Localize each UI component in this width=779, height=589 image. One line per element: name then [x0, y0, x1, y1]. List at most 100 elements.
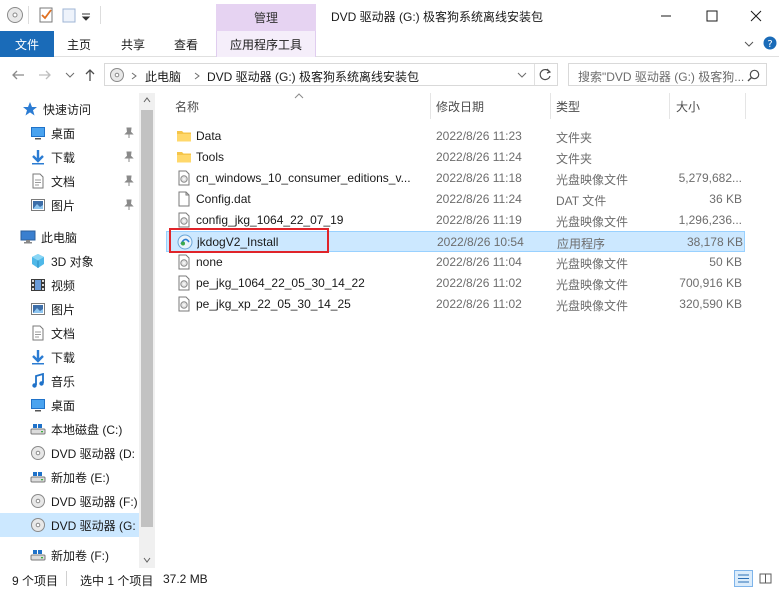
- file-row[interactable]: Tools 2022/8/26 11:24 文件夹: [166, 147, 745, 168]
- file-date: 2022/8/26 11:23: [436, 129, 522, 143]
- breadcrumb-this-pc[interactable]: 此电脑: [145, 68, 181, 85]
- nav-item[interactable]: 本地磁盘 (C:): [0, 417, 140, 441]
- file-row[interactable]: pe_jkg_1064_22_05_30_14_22 2022/8/26 11:0…: [166, 273, 745, 294]
- nav-item[interactable]: 下载: [0, 145, 140, 169]
- arrow-left-icon: [12, 70, 24, 80]
- maximize-button[interactable]: [689, 0, 735, 31]
- back-button[interactable]: [10, 66, 26, 84]
- tab-share[interactable]: 共享: [121, 31, 145, 57]
- expand-ribbon-icon[interactable]: [743, 39, 755, 49]
- address-dropdown-button[interactable]: [513, 66, 530, 83]
- file-row[interactable]: Data 2022/8/26 11:23 文件夹: [166, 126, 745, 147]
- nav-item-label: 新加卷 (E:): [51, 470, 110, 485]
- disc-app-icon[interactable]: [6, 6, 24, 24]
- nav-item[interactable]: 视频: [0, 273, 140, 297]
- nav-item[interactable]: 文档: [0, 321, 140, 345]
- file-type: 光盘映像文件: [556, 215, 629, 229]
- breadcrumb-current-folder[interactable]: DVD 驱动器 (G:) 极客狗系统离线安装包: [207, 68, 419, 85]
- file-row[interactable]: config_jkg_1064_22_07_19 2022/8/26 11:19 光…: [166, 210, 745, 231]
- toolbar-divider: [100, 6, 101, 24]
- new-folder-icon[interactable]: [60, 6, 78, 24]
- nav-item[interactable]: 新加卷 (F:): [0, 543, 140, 567]
- column-divider[interactable]: [550, 93, 551, 119]
- column-divider[interactable]: [745, 93, 746, 119]
- file-name: Data: [196, 129, 222, 143]
- ribbon-tabs: 文件 主页 共享 查看 应用程序工具 ?: [0, 31, 779, 57]
- tab-view[interactable]: 查看: [174, 31, 198, 57]
- column-header-type[interactable]: 类型: [556, 93, 666, 119]
- tab-home[interactable]: 主页: [67, 31, 91, 57]
- nav-item[interactable]: 3D 对象: [0, 249, 140, 273]
- chevron-down-icon: [517, 72, 526, 78]
- forward-button[interactable]: [37, 66, 53, 84]
- pin-icon[interactable]: [124, 175, 134, 187]
- nav-item[interactable]: 桌面: [0, 393, 140, 417]
- nav-item-label: 文档: [51, 174, 76, 189]
- nav-item[interactable]: 文档: [0, 169, 140, 193]
- status-divider: [66, 571, 67, 586]
- up-button[interactable]: [82, 66, 98, 84]
- nav-item-label: 文档: [51, 326, 76, 341]
- nav-scrollbar[interactable]: [139, 93, 155, 568]
- disc-image-icon: [176, 254, 192, 270]
- video-icon: [30, 277, 46, 293]
- refresh-button[interactable]: [537, 66, 554, 83]
- arrow-up-icon: [85, 69, 95, 81]
- pin-icon[interactable]: [124, 199, 134, 211]
- nav-item-label: 此电脑: [41, 230, 78, 245]
- large-icons-view-button[interactable]: [756, 570, 775, 587]
- column-divider[interactable]: [430, 93, 431, 119]
- scroll-down-icon[interactable]: [143, 557, 151, 563]
- column-header-name[interactable]: 名称: [175, 93, 425, 119]
- manage-context-tab[interactable]: 管理: [216, 4, 316, 31]
- pin-icon[interactable]: [124, 151, 134, 163]
- chevron-right-icon: [194, 72, 200, 80]
- file-row[interactable]: cn_windows_10_consumer_editions_v... 2022…: [166, 168, 745, 189]
- nav-item[interactable]: 音乐: [0, 369, 140, 393]
- document-icon: [30, 325, 46, 341]
- nav-scrollbar-thumb[interactable]: [141, 110, 153, 527]
- minimize-button[interactable]: [643, 0, 689, 31]
- column-header-date[interactable]: 修改日期: [436, 93, 546, 119]
- file-size: 36 KB: [709, 192, 742, 206]
- nav-item[interactable]: 此电脑: [0, 225, 140, 249]
- music-icon: [30, 373, 46, 389]
- nav-item[interactable]: 桌面: [0, 121, 140, 145]
- nav-item[interactable]: DVD 驱动器 (G:: [0, 513, 140, 537]
- disc-image-icon: [176, 296, 192, 312]
- nav-item-label: 桌面: [51, 126, 76, 141]
- recent-locations-button[interactable]: [62, 66, 78, 84]
- installer-icon: [177, 234, 193, 250]
- folder-icon: [176, 128, 192, 144]
- help-icon[interactable]: ?: [763, 36, 777, 50]
- pin-icon[interactable]: [124, 127, 134, 139]
- file-type: 文件夹: [556, 152, 593, 166]
- status-selected-count: 选中 1 个项目: [80, 574, 154, 588]
- details-view-button[interactable]: [734, 570, 753, 587]
- close-button[interactable]: [733, 0, 779, 31]
- file-row[interactable]: jkdogV2_Install 2022/8/26 10:54 应用程序 38,178…: [166, 231, 745, 252]
- nav-item[interactable]: DVD 驱动器 (F:): [0, 489, 140, 513]
- file-row[interactable]: none 2022/8/26 11:04 光盘映像文件 50 KB: [166, 252, 745, 273]
- search-input[interactable]: 搜索"DVD 驱动器 (G:) 极客狗...: [568, 63, 767, 86]
- customize-toolbar-icon[interactable]: [80, 6, 92, 24]
- disc-image-icon: [176, 212, 192, 228]
- tab-application-tools[interactable]: 应用程序工具: [216, 31, 316, 57]
- nav-item[interactable]: DVD 驱动器 (D:: [0, 441, 140, 465]
- nav-item[interactable]: 下载: [0, 345, 140, 369]
- file-type: 光盘映像文件: [556, 299, 629, 313]
- nav-item[interactable]: 新加卷 (E:): [0, 465, 140, 489]
- nav-item[interactable]: 图片: [0, 297, 140, 321]
- properties-icon[interactable]: [37, 6, 55, 24]
- scroll-up-icon[interactable]: [143, 97, 151, 103]
- column-divider[interactable]: [669, 93, 670, 119]
- nav-item[interactable]: 快速访问: [0, 97, 140, 121]
- file-name: cn_windows_10_consumer_editions_v...: [196, 171, 411, 185]
- address-bar[interactable]: 此电脑 DVD 驱动器 (G:) 极客狗系统离线安装包: [104, 63, 558, 86]
- tab-file[interactable]: 文件: [0, 31, 54, 57]
- nav-item[interactable]: 图片: [0, 193, 140, 217]
- file-row[interactable]: Config.dat 2022/8/26 11:24 DAT 文件 36 KB: [166, 189, 745, 210]
- dvd-drive-icon: [110, 68, 124, 82]
- column-header-size[interactable]: 大小: [676, 93, 736, 119]
- file-row[interactable]: pe_jkg_xp_22_05_30_14_25 2022/8/26 11:02 光…: [166, 294, 745, 315]
